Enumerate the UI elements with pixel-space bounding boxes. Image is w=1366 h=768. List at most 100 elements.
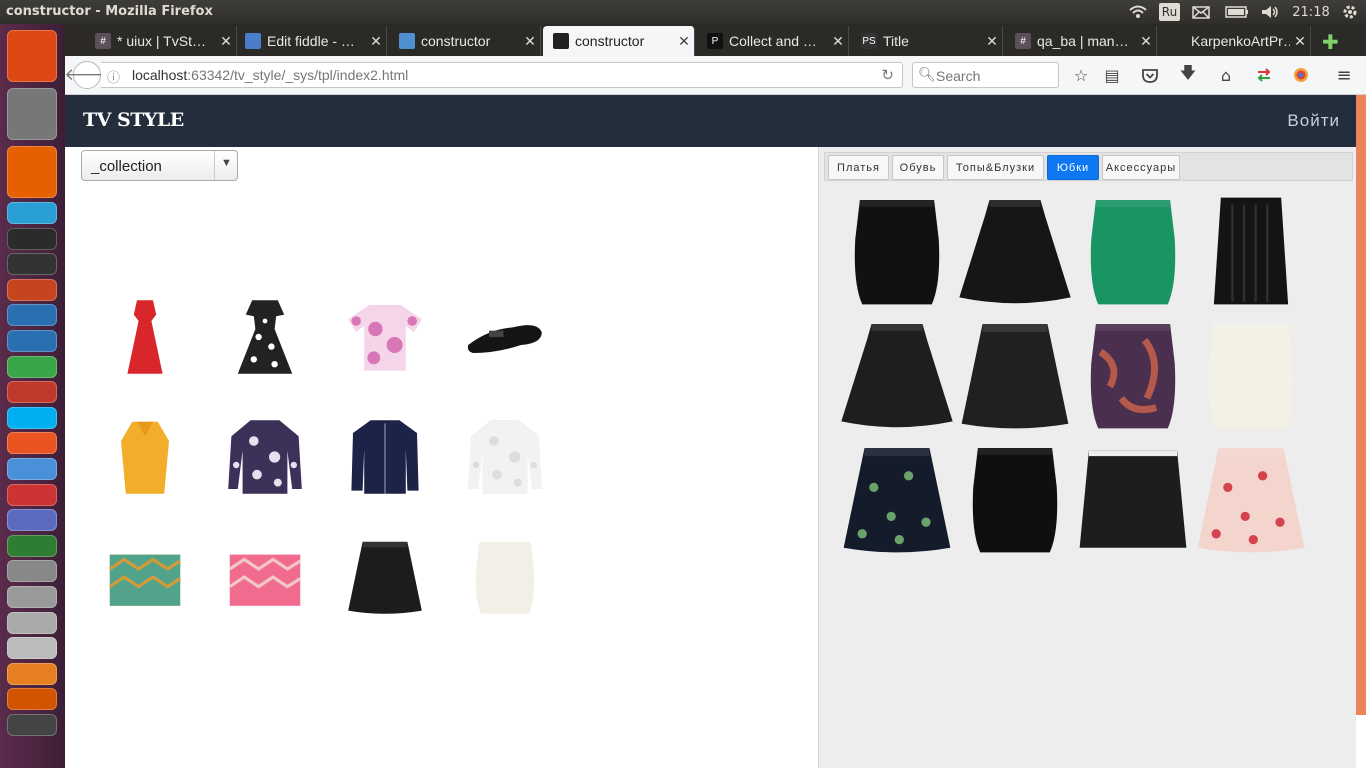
launcher-browser-icon[interactable]: [7, 458, 57, 480]
catalog-panel: Платья Обувь Топы&Блузки Юбки Аксессуары: [818, 147, 1356, 768]
launcher-software-center-icon[interactable]: [7, 432, 57, 455]
close-tab-icon[interactable]: ✕: [1136, 33, 1156, 50]
menu-hamburger-icon[interactable]: ≡: [1333, 64, 1355, 86]
bookmark-star-icon[interactable]: ☆: [1070, 64, 1092, 86]
black-pleated-skirt[interactable]: [1193, 191, 1309, 311]
green-pencil-skirt[interactable]: [1075, 191, 1191, 311]
url-bar[interactable]: ⓘ localhost:63342/tv_style/_sys/tpl/inde…: [101, 62, 903, 88]
browser-tab[interactable]: constructor ✕: [543, 26, 695, 56]
launcher-pycharm-icon[interactable]: [7, 227, 57, 250]
login-link[interactable]: Войти: [1287, 111, 1340, 131]
new-tab-button[interactable]: ✚: [1322, 30, 1339, 54]
pink-floral-top[interactable]: [345, 297, 425, 377]
launcher-skype-icon[interactable]: [7, 406, 57, 429]
pocket-icon[interactable]: [1139, 64, 1161, 86]
paisley-pencil-skirt[interactable]: [1075, 315, 1191, 435]
extension-icon[interactable]: [1290, 64, 1312, 86]
browser-tab[interactable]: # * uiux | TvSt… ✕: [85, 26, 237, 56]
launcher-impress-icon[interactable]: [7, 278, 57, 301]
close-tab-icon[interactable]: ✕: [366, 33, 386, 50]
black-loafer[interactable]: [465, 297, 545, 377]
floral-pink-skirt[interactable]: [1193, 439, 1309, 559]
close-tab-icon[interactable]: ✕: [1290, 33, 1310, 50]
white-lace-skirt[interactable]: [1193, 315, 1309, 435]
volume-icon[interactable]: [1259, 3, 1281, 21]
category-tab[interactable]: Платья: [828, 155, 889, 180]
browser-tab[interactable]: PS Title ✕: [851, 26, 1003, 56]
pink-clutch[interactable]: [225, 537, 305, 617]
hash-icon: #: [1015, 33, 1031, 49]
browser-tab[interactable]: Edit fiddle - … ✕: [235, 26, 387, 56]
launcher-install-icon[interactable]: [7, 662, 57, 685]
browser-tab[interactable]: constructor ✕: [389, 26, 541, 56]
launcher-stacer-icon[interactable]: [7, 483, 57, 506]
firefox-window: # * uiux | TvSt… ✕ Edit fiddle - … ✕ construc…: [64, 24, 1366, 768]
floral-black-dress[interactable]: [225, 297, 305, 377]
brand-logo[interactable]: TV STYLE: [83, 109, 184, 131]
back-button[interactable]: 🡐: [64, 61, 110, 89]
browser-tab-label: Title: [883, 33, 909, 49]
battery-icon[interactable]: [1224, 3, 1250, 21]
launcher-mail-icon[interactable]: [7, 304, 57, 327]
chrome-icon: [399, 33, 415, 49]
black-leather-skirt[interactable]: [345, 537, 425, 617]
close-tab-icon[interactable]: ✕: [216, 33, 236, 50]
white-pencil-skirt[interactable]: [465, 537, 545, 617]
sync-arrows-icon[interactable]: [1253, 64, 1275, 86]
reading-list-icon[interactable]: ▤: [1101, 64, 1123, 86]
close-tab-icon[interactable]: ✕: [828, 33, 848, 50]
paisley-shirt[interactable]: [225, 417, 305, 497]
black-pencil-skirt[interactable]: [839, 191, 955, 311]
category-tab[interactable]: Обувь: [892, 155, 944, 180]
black-leather-skirt[interactable]: [957, 315, 1073, 435]
black-slit-skirt[interactable]: [957, 439, 1073, 559]
launcher-document-viewer-icon[interactable]: [7, 381, 57, 404]
launcher-firefox-icon[interactable]: [7, 146, 57, 198]
navy-jacket[interactable]: [345, 417, 425, 497]
launcher-webstorm-icon[interactable]: [7, 202, 57, 224]
browser-tab[interactable]: P Collect and … ✕: [697, 26, 849, 56]
power-gear-icon[interactable]: [1340, 3, 1360, 21]
category-tab[interactable]: Топы&Блузки: [947, 155, 1044, 180]
category-tab[interactable]: Аксессуары: [1102, 155, 1180, 180]
launcher-filezilla-icon[interactable]: [7, 688, 57, 711]
red-maxi-dress[interactable]: [105, 297, 185, 377]
wifi-icon[interactable]: [1128, 3, 1148, 21]
launcher-workspace-icon[interactable]: [7, 509, 57, 532]
close-tab-icon[interactable]: ✕: [520, 33, 540, 50]
yellow-blouse[interactable]: [105, 417, 185, 497]
black-belted-skirt[interactable]: [1075, 439, 1191, 559]
web-page: TV STYLE Войти _collection ▼ Платья Обувь…: [65, 95, 1366, 768]
launcher-writer-icon[interactable]: [7, 330, 57, 352]
launcher-files-icon[interactable]: [7, 88, 57, 140]
reload-icon[interactable]: ↻: [881, 66, 894, 84]
floral-navy-skirt[interactable]: [839, 439, 955, 559]
browser-tab[interactable]: # qa_ba | man… ✕: [1005, 26, 1157, 56]
site-info-icon[interactable]: ⓘ: [107, 67, 120, 86]
launcher-update-icon[interactable]: [7, 560, 57, 583]
launcher-folder-2-icon[interactable]: [7, 611, 57, 634]
category-tab[interactable]: Юбки: [1047, 155, 1099, 180]
launcher-text-editor-icon[interactable]: [7, 534, 57, 557]
browser-tab[interactable]: KarpenkoArtPr… ✕: [1159, 26, 1311, 56]
white-shirt[interactable]: [465, 417, 545, 497]
launcher-calc-icon[interactable]: [7, 355, 57, 378]
download-icon[interactable]: 🡇: [1177, 63, 1199, 86]
keyboard-layout-indicator[interactable]: Ru: [1159, 3, 1180, 21]
black-textured-skirt[interactable]: [839, 315, 955, 435]
collection-select[interactable]: _collection ▼: [81, 150, 238, 181]
launcher-terminal-icon[interactable]: [7, 253, 57, 276]
clock[interactable]: 21:18: [1291, 3, 1331, 21]
browser-tab-label: Collect and …: [729, 33, 817, 49]
home-icon[interactable]: ⌂: [1215, 64, 1237, 86]
launcher-website-copier-icon[interactable]: [7, 714, 57, 736]
close-tab-icon[interactable]: ✕: [982, 33, 1002, 50]
search-box[interactable]: 🔍︎ Search: [912, 62, 1059, 88]
mail-icon[interactable]: [1190, 3, 1212, 21]
black-flared-skirt[interactable]: [957, 191, 1073, 311]
launcher-folder-3-icon[interactable]: [7, 637, 57, 660]
teal-clutch[interactable]: [105, 537, 185, 617]
close-tab-icon[interactable]: ✕: [674, 33, 694, 50]
launcher-folder-1-icon[interactable]: [7, 586, 57, 608]
launcher-dash-home-icon[interactable]: [7, 30, 57, 82]
